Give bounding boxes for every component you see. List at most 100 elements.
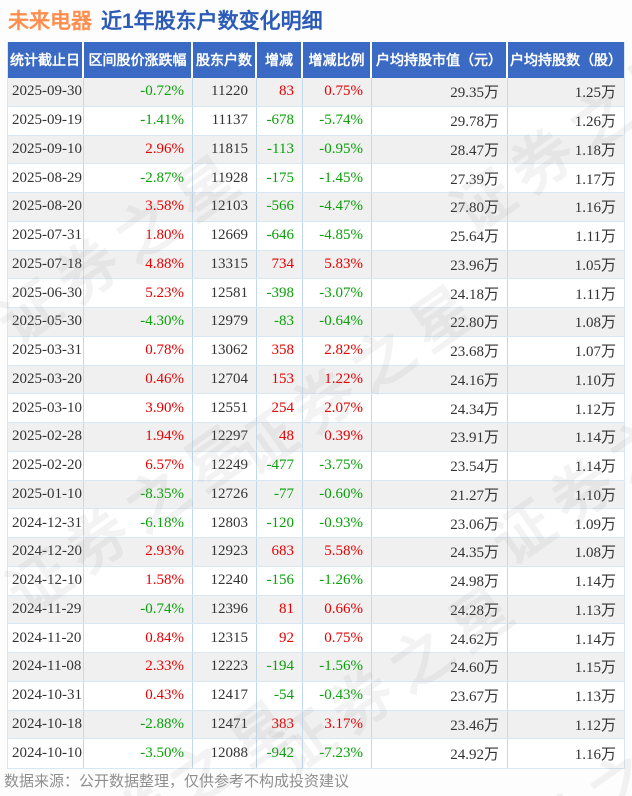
- avg-shares-cell: 1.18万: [574, 142, 616, 159]
- table-row: 2025-07-31 1.80% 12669 -646 -4.85% 25.64万 1.11…: [8, 221, 624, 251]
- table-row: 2024-10-10 -3.50% 12088 -942 -7.23% 24.92万 1.1…: [8, 739, 624, 768]
- price-change-cell: -1.41%: [84, 106, 193, 135]
- change-cell: -194: [257, 653, 303, 681]
- avg-shares-cell: 1.16万: [574, 747, 616, 764]
- table-row: 2025-01-10 -8.35% 12726 -77 -0.60% 21.27万 1.10…: [8, 480, 624, 510]
- price-change-cell: 2.33%: [84, 653, 193, 681]
- price-change-cell: 0.46%: [84, 365, 193, 394]
- change-cell: 81: [257, 595, 303, 624]
- avg-shares-cell: 1.13万: [574, 689, 616, 706]
- avg-market-value-cell: 21.27万: [372, 480, 508, 509]
- price-change-cell: 0.43%: [84, 681, 193, 710]
- price-change-cell: 0.84%: [84, 624, 193, 652]
- date-cell: 2025-08-20: [8, 193, 84, 221]
- avg-market-value-cell: 24.60万: [372, 653, 508, 681]
- table-row: 2024-10-18 -2.88% 12471 383 3.17% 23.46万 1.12万: [8, 710, 624, 740]
- date-cell: 2024-12-31: [8, 509, 84, 537]
- price-change-cell: 5.23%: [84, 279, 193, 307]
- avg-market-value-cell: 24.98万: [372, 566, 508, 595]
- col-header-change: 增减: [257, 42, 303, 78]
- avg-shares-cell: 1.14万: [574, 459, 616, 476]
- change-cell: -477: [257, 451, 303, 480]
- col-header-date: 统计截止日: [8, 42, 84, 78]
- col-header-holder-count: 股东户数: [193, 42, 257, 78]
- table-row: 2025-03-20 0.46% 12704 153 1.22% 24.16万 1.10万: [8, 365, 624, 395]
- table-row: 2024-11-29 -0.74% 12396 81 0.66% 24.28万 1.13万: [8, 595, 624, 625]
- table-row: 2025-09-10 2.96% 11815 -113 -0.95% 28.47万 1.18…: [8, 135, 624, 165]
- page: 未来电器 近1年股东户数变化明细 统计截止日 区间股价涨跌幅 股东户数 增减 增减…: [0, 0, 632, 796]
- change-ratio-cell: -7.23%: [303, 739, 372, 768]
- avg-shares-cell: 1.12万: [574, 401, 616, 418]
- col-header-avg-market-value: 户均持股市值（元）: [372, 42, 508, 78]
- table-row: 2025-02-28 1.94% 12297 48 0.39% 23.91万 1.14万: [8, 423, 624, 452]
- avg-shares-cell: 1.16万: [574, 200, 616, 217]
- avg-shares-cell: 1.10万: [574, 487, 616, 504]
- holder-count-cell: 11137: [193, 106, 257, 135]
- avg-market-value-cell: 22.80万: [372, 308, 508, 336]
- avg-market-value-cell: 23.54万: [372, 451, 508, 480]
- change-cell: -646: [257, 221, 303, 250]
- avg-shares-cell: 1.17万: [574, 171, 616, 188]
- price-change-cell: 0.78%: [84, 336, 193, 365]
- change-cell: -156: [257, 566, 303, 595]
- date-cell: 2025-05-30: [8, 308, 84, 336]
- table-row: 2025-02-20 6.57% 12249 -477 -3.75% 23.54万 1.14…: [8, 451, 624, 481]
- table-row: 2024-12-31 -6.18% 12803 -120 -0.93% 23.06万 1.0…: [8, 509, 624, 538]
- holder-count-cell: 12471: [193, 710, 257, 739]
- change-ratio-cell: -4.85%: [303, 221, 372, 250]
- holder-count-cell: 12923: [193, 538, 257, 566]
- avg-market-value-cell: 27.80万: [372, 193, 508, 221]
- change-ratio-cell: 5.58%: [303, 538, 372, 566]
- table-row: 2025-09-19 -1.41% 11137 -678 -5.74% 29.78万 1.2…: [8, 106, 624, 136]
- date-cell: 2024-12-10: [8, 566, 84, 595]
- change-ratio-cell: -1.26%: [303, 566, 372, 595]
- holder-count-cell: 12396: [193, 595, 257, 624]
- price-change-cell: 2.93%: [84, 538, 193, 566]
- avg-market-value-cell: 23.91万: [372, 423, 508, 451]
- table-row: 2024-12-10 1.58% 12240 -156 -1.26% 24.98万 1.14…: [8, 566, 624, 596]
- col-header-change-ratio: 增减比例: [303, 42, 372, 78]
- price-change-cell: 1.94%: [84, 423, 193, 451]
- stock-name: 未来电器: [8, 10, 92, 33]
- price-change-cell: 6.57%: [84, 451, 193, 480]
- shareholder-table: 统计截止日 区间股价涨跌幅 股东户数 增减 增减比例 户均持股市值（元） 户均持…: [7, 42, 625, 769]
- holder-count-cell: 12240: [193, 566, 257, 595]
- table-row: 2025-05-30 -4.30% 12979 -83 -0.64% 22.80万 1.08…: [8, 308, 624, 337]
- change-ratio-cell: -0.95%: [303, 135, 372, 164]
- price-change-cell: -3.50%: [84, 739, 193, 768]
- change-ratio-cell: -1.56%: [303, 653, 372, 681]
- table-row: 2025-06-30 5.23% 12581 -398 -3.07% 24.18万 1.11…: [8, 279, 624, 308]
- price-change-cell: -0.72%: [84, 78, 193, 106]
- change-cell: 48: [257, 423, 303, 451]
- price-change-cell: 1.80%: [84, 221, 193, 250]
- change-cell: 254: [257, 394, 303, 422]
- holder-count-cell: 12669: [193, 221, 257, 250]
- price-change-cell: -4.30%: [84, 308, 193, 336]
- col-header-avg-shares: 户均持股数（股）: [510, 52, 622, 68]
- date-cell: 2025-07-18: [8, 250, 84, 279]
- avg-market-value-cell: 27.39万: [372, 164, 508, 192]
- holder-count-cell: 12088: [193, 739, 257, 768]
- price-change-cell: 3.58%: [84, 193, 193, 221]
- change-cell: -83: [257, 308, 303, 336]
- table-row: 2024-12-20 2.93% 12923 683 5.58% 24.35万 1.08万: [8, 538, 624, 567]
- date-cell: 2025-02-28: [8, 423, 84, 451]
- change-ratio-cell: -0.60%: [303, 480, 372, 509]
- table-row: 2024-11-20 0.84% 12315 92 0.75% 24.62万 1.14万: [8, 624, 624, 653]
- change-cell: 383: [257, 710, 303, 739]
- change-ratio-cell: -0.43%: [303, 681, 372, 710]
- change-ratio-cell: 0.75%: [303, 78, 372, 106]
- change-cell: -678: [257, 106, 303, 135]
- avg-shares-cell: 1.14万: [574, 430, 616, 447]
- date-cell: 2025-01-10: [8, 480, 84, 509]
- change-ratio-cell: 0.75%: [303, 624, 372, 652]
- avg-market-value-cell: 24.35万: [372, 538, 508, 566]
- holder-count-cell: 12551: [193, 394, 257, 422]
- avg-shares-cell: 1.13万: [574, 602, 616, 619]
- change-cell: -175: [257, 164, 303, 192]
- holder-count-cell: 11815: [193, 135, 257, 164]
- change-ratio-cell: -5.74%: [303, 106, 372, 135]
- date-cell: 2024-10-31: [8, 681, 84, 710]
- price-change-cell: 4.88%: [84, 250, 193, 279]
- avg-shares-cell: 1.05万: [574, 257, 616, 274]
